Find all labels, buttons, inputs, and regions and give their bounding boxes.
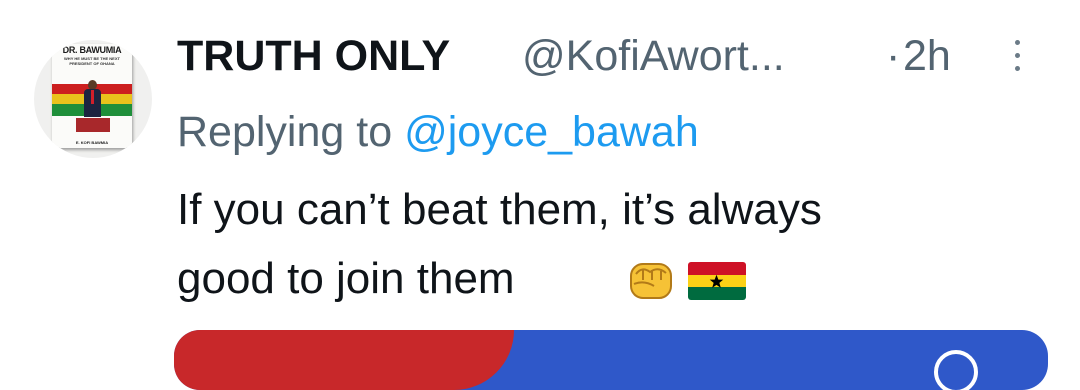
media-card[interactable] [174, 330, 1048, 390]
podium [76, 118, 110, 132]
flag-yellow [688, 274, 746, 288]
more-dot [1015, 66, 1020, 71]
more-vertical-icon[interactable] [1011, 38, 1025, 74]
book-subtitle: WHY HE MUST BE THE NEXT PRESIDENT OF GHA… [64, 56, 120, 66]
more-dot [1015, 40, 1020, 45]
card-badge-icon [934, 350, 978, 390]
raised-fist-icon [630, 263, 672, 299]
tweet-text-line-1: If you can’t beat them, it’s always [177, 185, 822, 234]
speaker-figure [82, 80, 102, 120]
timestamp[interactable]: 2h [903, 30, 951, 82]
star-icon [709, 274, 724, 288]
user-handle[interactable]: @KofiAwort... [522, 30, 785, 82]
reply-prefix: Replying to [177, 108, 393, 156]
reply-mention-link[interactable]: @joyce_bawah [404, 108, 699, 156]
ghana-flag-icon [688, 262, 746, 300]
avatar[interactable]: DR. BAWUMIA WHY HE MUST BE THE NEXT PRES… [34, 40, 152, 158]
book-cover-image: DR. BAWUMIA WHY HE MUST BE THE NEXT PRES… [52, 44, 132, 148]
figure-tie [91, 90, 94, 104]
tweet-text-line-2: good to join them [177, 254, 515, 303]
display-name[interactable]: TRUTH ONLY [177, 30, 450, 82]
book-author: E. KOFI BAWMIA [75, 140, 109, 145]
flag-green [688, 287, 746, 300]
book-title: DR. BAWUMIA [62, 45, 122, 55]
separator-dot: · [886, 32, 901, 80]
reply-context: Replying to @joyce_bawah [177, 106, 699, 158]
more-dot [1015, 53, 1020, 58]
card-red-shape [174, 330, 514, 390]
